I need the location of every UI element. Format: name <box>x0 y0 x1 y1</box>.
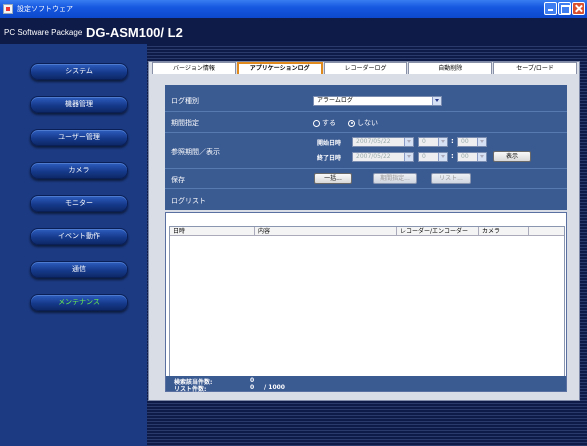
tab-save-load[interactable]: セーブ/ロード <box>493 62 577 74</box>
chevron-down-icon <box>404 153 413 161</box>
log-list-box[interactable]: 日時 内容 レコーダー/エンコーダー カメラ <box>169 226 565 379</box>
end-minute-value: 00 <box>461 153 469 160</box>
loglist-title: ログリスト <box>171 197 206 205</box>
chevron-down-icon <box>438 138 447 146</box>
radio-checked-icon <box>348 119 355 127</box>
close-icon[interactable] <box>572 2 585 15</box>
sidebar-item-monitor[interactable]: モニター <box>30 195 128 212</box>
save-all-button[interactable]: 一括... <box>314 173 352 184</box>
end-hour-value: 0 <box>422 153 426 160</box>
sidebar-item-event-action[interactable]: イベント動作 <box>30 228 128 245</box>
sidebar-item-communication[interactable]: 通信 <box>30 261 128 278</box>
match-count-value: 0 <box>250 377 255 384</box>
column-content[interactable]: 内容 <box>255 227 397 236</box>
model-name: DG-ASM100/ L2 <box>86 25 183 40</box>
start-minute-value: 00 <box>461 138 469 145</box>
list-count-label: リスト件数: <box>174 386 207 393</box>
maximize-icon[interactable] <box>558 2 571 15</box>
log-type-row: ログ種別 アラームログ <box>165 90 567 111</box>
start-minute-select[interactable]: 00 <box>457 137 487 147</box>
sidebar-item-camera[interactable]: カメラ <box>30 162 128 179</box>
window-controls <box>544 2 585 15</box>
end-minute-select[interactable]: 00 <box>457 152 487 162</box>
chevron-down-icon <box>477 138 486 146</box>
start-colon: : <box>451 137 454 145</box>
column-camera[interactable]: カメラ <box>479 227 529 236</box>
tab-recorder-log[interactable]: レコーダーログ <box>323 62 408 74</box>
log-type-select[interactable]: アラームログ <box>313 96 442 106</box>
log-list: 日時 内容 レコーダー/エンコーダー カメラ 検索該当件数: 0 リスト件数: … <box>165 212 567 393</box>
start-date-select[interactable]: 2007/05/22 <box>352 137 414 147</box>
list-count-value: 0 <box>250 384 255 391</box>
save-label: 保存 <box>171 176 185 184</box>
start-date-value: 2007/05/22 <box>356 138 391 145</box>
sidebar-item-system[interactable]: システム <box>30 63 128 80</box>
range-label: 参照期間／表示 <box>171 148 220 156</box>
period-radio-no[interactable]: しない <box>348 118 378 128</box>
save-list-button[interactable]: リスト... <box>431 173 471 184</box>
tab-version-info[interactable]: バージョン情報 <box>152 62 236 74</box>
log-list-column-headers: 日時 内容 レコーダー/エンコーダー カメラ <box>170 227 564 236</box>
end-datetime-label: 終了日時 <box>317 155 342 162</box>
sidebar: システム 機器管理 ユーザー管理 カメラ モニター イベント動作 通信 メンテナ… <box>0 44 147 446</box>
end-colon: : <box>451 152 454 160</box>
column-recorder-encoder[interactable]: レコーダー/エンコーダー <box>397 227 479 236</box>
window-title: 設定ソフトウェア <box>17 5 73 13</box>
period-radio-yes[interactable]: する <box>313 118 336 128</box>
period-row: 期間指定 する しない <box>165 111 567 132</box>
save-period-button[interactable]: 期間指定... <box>373 173 417 184</box>
tab-bar: バージョン情報 アプリケーションログ レコーダーログ 自動削除 セーブ/ロード <box>152 62 578 74</box>
chevron-down-icon <box>438 153 447 161</box>
settings-form: ログ種別 アラームログ 期間指定 する しない 参照期間／表示 開始日時 200… <box>165 85 567 210</box>
chevron-down-icon <box>404 138 413 146</box>
loglist-title-row: ログリスト <box>165 188 567 210</box>
tab-auto-delete[interactable]: 自動削除 <box>408 62 493 74</box>
period-no-label: しない <box>357 119 378 127</box>
list-count-max: / 1000 <box>264 384 285 391</box>
range-row: 参照期間／表示 開始日時 2007/05/22 0 : 00 終了日時 2007… <box>165 132 567 168</box>
start-hour-select[interactable]: 0 <box>418 137 448 147</box>
column-datetime[interactable]: 日時 <box>170 227 255 236</box>
chevron-down-icon <box>477 153 486 161</box>
sidebar-item-device-management[interactable]: 機器管理 <box>30 96 128 113</box>
display-button[interactable]: 表示 <box>493 151 531 162</box>
start-hour-value: 0 <box>422 138 426 145</box>
package-name: PC Software Package <box>4 28 83 37</box>
log-list-footer: 検索該当件数: 0 リスト件数: 0 / 1000 <box>166 376 566 393</box>
end-hour-select[interactable]: 0 <box>418 152 448 162</box>
minimize-icon[interactable] <box>544 2 557 15</box>
app-header: PC Software Package DG-ASM100/ L2 <box>0 18 587 44</box>
radio-icon <box>313 119 320 127</box>
end-date-value: 2007/05/22 <box>356 153 391 160</box>
sidebar-item-maintenance[interactable]: メンテナンス <box>30 294 128 311</box>
log-type-label: ログ種別 <box>171 97 199 105</box>
start-datetime-label: 開始日時 <box>317 140 342 147</box>
period-yes-label: する <box>322 119 336 127</box>
sidebar-item-user-management[interactable]: ユーザー管理 <box>30 129 128 146</box>
tab-application-log[interactable]: アプリケーションログ <box>236 62 323 74</box>
end-date-select[interactable]: 2007/05/22 <box>352 152 414 162</box>
app-icon <box>3 4 13 14</box>
window-title-bar: 設定ソフトウェア <box>0 0 587 18</box>
log-type-value: アラームログ <box>317 97 353 104</box>
save-row: 保存 一括... 期間指定... リスト... <box>165 168 567 188</box>
period-label: 期間指定 <box>171 119 199 127</box>
chevron-down-icon <box>432 97 441 105</box>
